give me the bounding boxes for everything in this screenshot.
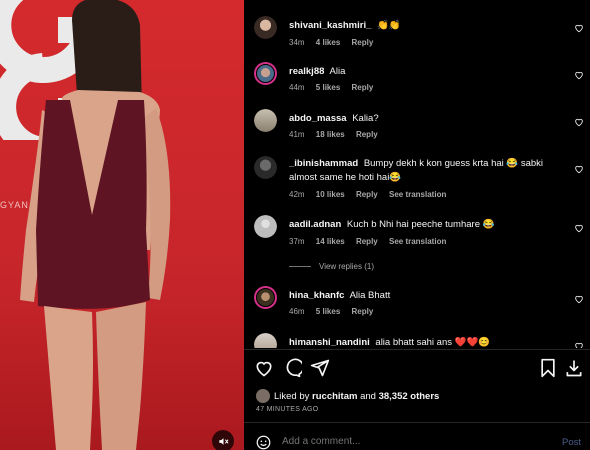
comment-username[interactable]: _ibinishammad bbox=[289, 158, 358, 169]
comment-text: Kuch b Nhi hai peeche tumhare 😂 bbox=[346, 219, 495, 230]
comment-username[interactable]: shivani_kashmiri_ bbox=[289, 20, 371, 31]
reply-button[interactable]: Reply bbox=[356, 130, 378, 139]
comment-likes[interactable]: 10 likes bbox=[316, 190, 345, 199]
reply-button[interactable]: Reply bbox=[352, 83, 374, 92]
comment-likes[interactable]: 4 likes bbox=[316, 38, 340, 47]
divider bbox=[244, 422, 590, 423]
mute-icon bbox=[218, 437, 228, 445]
comment-likes[interactable]: 18 likes bbox=[316, 130, 345, 139]
like-comment-heart-icon[interactable] bbox=[574, 294, 584, 304]
avatar[interactable] bbox=[254, 109, 277, 132]
view-replies-label: View replies (1) bbox=[319, 262, 374, 271]
comment-icon[interactable] bbox=[282, 358, 302, 378]
like-comment-heart-icon[interactable] bbox=[574, 23, 584, 33]
download-icon[interactable] bbox=[564, 358, 584, 378]
comment-text: Alia bbox=[329, 66, 346, 77]
comment-input[interactable] bbox=[282, 436, 522, 447]
comment-time: 41m bbox=[289, 130, 305, 139]
likes-prefix: Liked by bbox=[274, 390, 310, 402]
comment-text: Alia Bhatt bbox=[349, 290, 391, 301]
see-translation-button[interactable]: See translation bbox=[389, 237, 446, 246]
post-action-bar bbox=[244, 358, 590, 380]
comment-list[interactable]: shivani_kashmiri_ 👏👏 34m 4 likes Reply r… bbox=[244, 0, 590, 348]
avatar[interactable] bbox=[254, 16, 277, 39]
divider bbox=[244, 349, 590, 350]
comment-likes[interactable]: 5 likes bbox=[316, 307, 340, 316]
avatar[interactable] bbox=[254, 215, 277, 238]
comment-likes[interactable]: 14 likes bbox=[316, 237, 345, 246]
reply-button[interactable]: Reply bbox=[352, 38, 374, 47]
share-icon[interactable] bbox=[310, 358, 330, 378]
likes-joiner: and bbox=[360, 390, 376, 402]
comment-time: 46m bbox=[289, 307, 305, 316]
comment-text: alia bhatt sahi ans ❤️❤️😊 bbox=[375, 337, 491, 348]
comment-username[interactable]: hina_khanfc bbox=[289, 290, 344, 301]
comment-username[interactable]: realkj88 bbox=[289, 66, 324, 77]
comment-text: Kalia? bbox=[352, 113, 379, 124]
comment-username[interactable]: aadil.adnan bbox=[289, 219, 341, 230]
avatar[interactable] bbox=[254, 286, 277, 309]
likes-user[interactable]: rucchitam bbox=[312, 391, 357, 402]
reply-button[interactable]: Reply bbox=[352, 307, 374, 316]
post-time: 47 MINUTES AGO bbox=[256, 406, 319, 413]
like-comment-heart-icon[interactable] bbox=[574, 117, 584, 127]
likes-summary[interactable]: Liked by rucchitam and 38,352 others bbox=[256, 389, 439, 403]
likes-others[interactable]: 38,352 others bbox=[379, 391, 440, 402]
comment-username[interactable]: abdo_massa bbox=[289, 113, 347, 124]
post-media[interactable]: GYAN bbox=[0, 0, 244, 450]
comment-text: 👏👏 bbox=[377, 20, 401, 31]
divider bbox=[289, 266, 311, 267]
comment-time: 37m bbox=[289, 237, 305, 246]
like-comment-heart-icon[interactable] bbox=[574, 223, 584, 233]
like-comment-heart-icon[interactable] bbox=[574, 70, 584, 80]
comment-time: 42m bbox=[289, 190, 305, 199]
avatar bbox=[256, 389, 270, 403]
avatar[interactable] bbox=[254, 333, 277, 348]
comment-time: 34m bbox=[289, 38, 305, 47]
comment-time: 44m bbox=[289, 83, 305, 92]
comment-username[interactable]: himanshi_nandini bbox=[289, 337, 370, 348]
avatar[interactable] bbox=[254, 62, 277, 85]
emoji-icon[interactable] bbox=[256, 435, 271, 450]
view-replies-button[interactable]: View replies (1) bbox=[289, 262, 374, 271]
avatar[interactable] bbox=[254, 156, 277, 179]
reply-button[interactable]: Reply bbox=[356, 190, 378, 199]
post-button[interactable]: Post bbox=[562, 437, 581, 448]
like-comment-heart-icon[interactable] bbox=[574, 164, 584, 174]
reply-button[interactable]: Reply bbox=[356, 237, 378, 246]
person-figure bbox=[20, 0, 171, 450]
add-comment-bar: Post bbox=[244, 430, 590, 450]
comments-panel: shivani_kashmiri_ 👏👏 34m 4 likes Reply r… bbox=[244, 0, 590, 450]
mute-button[interactable] bbox=[212, 430, 234, 450]
comment-likes[interactable]: 5 likes bbox=[316, 83, 340, 92]
see-translation-button[interactable]: See translation bbox=[389, 190, 446, 199]
like-comment-heart-icon[interactable] bbox=[574, 341, 584, 348]
bookmark-icon[interactable] bbox=[538, 358, 558, 378]
heart-icon[interactable] bbox=[254, 358, 274, 378]
